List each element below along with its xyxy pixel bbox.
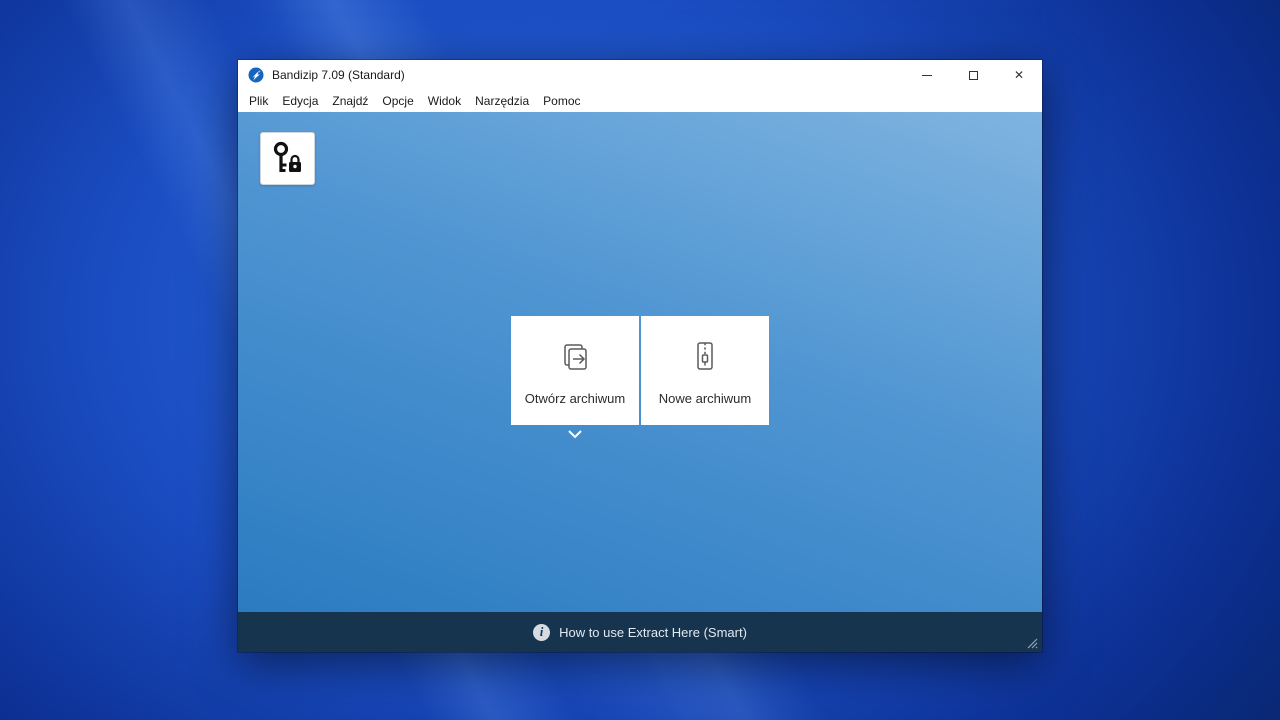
close-button[interactable]: ✕ bbox=[996, 60, 1042, 90]
new-archive-icon bbox=[687, 338, 723, 374]
window-title: Bandizip 7.09 (Standard) bbox=[272, 68, 405, 82]
info-icon: i bbox=[533, 624, 550, 641]
new-archive-card[interactable]: Nowe archiwum bbox=[641, 316, 769, 425]
statusbar-text: How to use Extract Here (Smart) bbox=[559, 625, 747, 640]
action-cards: Otwórz archiwum Nowe archiwum bbox=[511, 316, 769, 425]
menu-item-znajdz[interactable]: Znajdź bbox=[325, 92, 375, 110]
menu-item-widok[interactable]: Widok bbox=[421, 92, 468, 110]
titlebar[interactable]: Bandizip 7.09 (Standard) ✕ bbox=[238, 60, 1042, 90]
close-icon: ✕ bbox=[1014, 69, 1024, 81]
open-archive-label: Otwórz archiwum bbox=[525, 391, 625, 406]
key-lock-icon bbox=[268, 139, 308, 179]
menu-item-plik[interactable]: Plik bbox=[242, 92, 275, 110]
main-area: Otwórz archiwum Nowe archiwum bbox=[238, 112, 1042, 612]
maximize-icon bbox=[969, 71, 978, 80]
statusbar-help-link[interactable]: i How to use Extract Here (Smart) bbox=[238, 612, 1042, 652]
password-manager-button[interactable] bbox=[260, 132, 315, 185]
menubar: Plik Edycja Znajdź Opcje Widok Narzędzia… bbox=[238, 90, 1042, 112]
resize-grip[interactable] bbox=[1025, 636, 1038, 649]
desktop-wallpaper: Bandizip 7.09 (Standard) ✕ Plik Edycja Z… bbox=[0, 0, 1280, 720]
menu-item-edycja[interactable]: Edycja bbox=[275, 92, 325, 110]
menu-item-narzedzia[interactable]: Narzędzia bbox=[468, 92, 536, 110]
menu-item-pomoc[interactable]: Pomoc bbox=[536, 92, 587, 110]
open-archive-icon bbox=[557, 338, 593, 374]
minimize-icon bbox=[922, 75, 932, 76]
window-controls: ✕ bbox=[904, 60, 1042, 90]
open-archive-card[interactable]: Otwórz archiwum bbox=[511, 316, 639, 425]
bandizip-logo-icon bbox=[248, 67, 264, 83]
maximize-button[interactable] bbox=[950, 60, 996, 90]
chevron-down-icon[interactable] bbox=[567, 429, 583, 439]
menu-item-opcje[interactable]: Opcje bbox=[375, 92, 420, 110]
bandizip-window: Bandizip 7.09 (Standard) ✕ Plik Edycja Z… bbox=[238, 60, 1042, 652]
new-archive-label: Nowe archiwum bbox=[659, 391, 751, 406]
minimize-button[interactable] bbox=[904, 60, 950, 90]
